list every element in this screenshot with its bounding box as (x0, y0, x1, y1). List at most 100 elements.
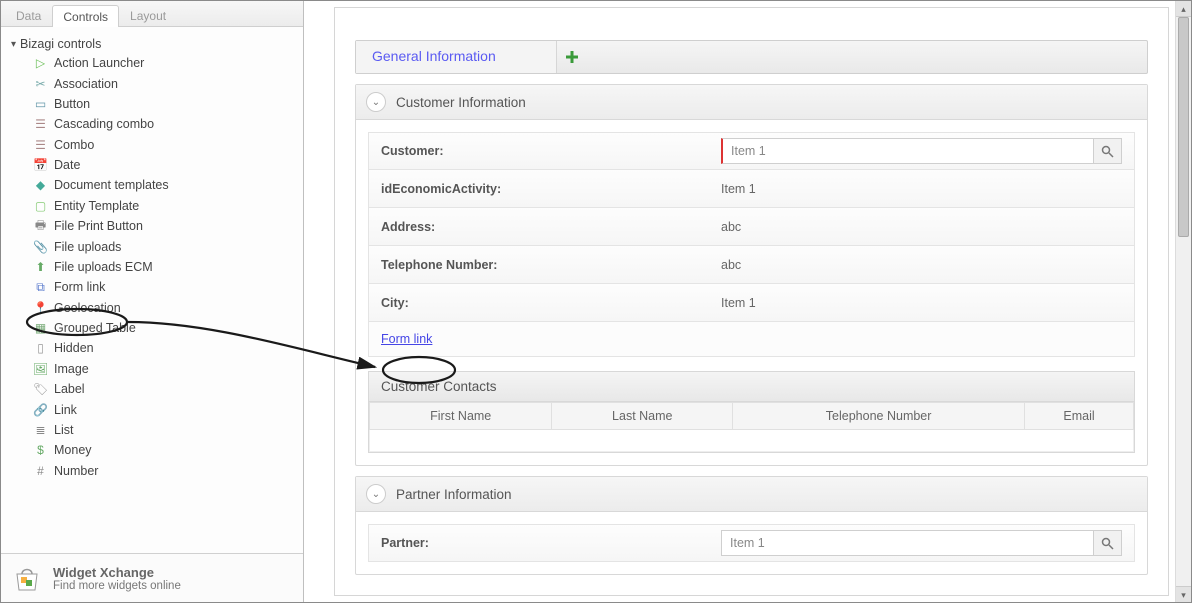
control-form-link[interactable]: ⧉ Form link (29, 277, 299, 297)
control-hidden[interactable]: ▯ Hidden (29, 338, 299, 358)
control-entity-template[interactable]: ▢ Entity Template (29, 196, 299, 216)
left-tabs: Data Controls Layout (1, 1, 303, 27)
customer-contacts-table: Customer Contacts First NameLast NameTel… (368, 371, 1135, 453)
group-customer-information: ⌄ Customer Information Customer: (355, 84, 1148, 466)
value-city: Item 1 (721, 296, 756, 310)
control-label: Link (54, 403, 77, 417)
control-button[interactable]: ▭Button (29, 94, 299, 114)
tab-controls[interactable]: Controls (52, 5, 119, 27)
bag-icon (11, 562, 43, 594)
value-telephone: abc (721, 258, 741, 272)
tab-layout[interactable]: Layout (119, 4, 177, 26)
contacts-title: Customer Contacts (369, 372, 1134, 402)
control-label: Entity Template (54, 199, 139, 213)
label-partner: Partner: (381, 536, 721, 550)
tab-data[interactable]: Data (5, 4, 52, 26)
control-icon: ▷ (33, 56, 48, 71)
row-telephone: Telephone Number: abc (368, 246, 1135, 284)
tab-general-information[interactable]: General Information (356, 41, 557, 73)
widget-xchange[interactable]: Widget Xchange Find more widgets online (1, 553, 303, 602)
control-association[interactable]: ✂ Association (29, 73, 299, 93)
control-grouped-table[interactable]: ▦Grouped Table (29, 318, 299, 338)
control-icon: 🔗 (33, 402, 48, 417)
widget-xchange-title: Widget Xchange (53, 565, 181, 580)
form-tabstrip: General Information (355, 40, 1148, 74)
col-last-name: Last Name (552, 403, 733, 430)
controls-tree: ▾ Bizagi controls ▷ Action Launcher ✂ Assoc… (1, 27, 303, 553)
partner-input[interactable] (722, 531, 1093, 555)
control-icon: ✂ (33, 76, 48, 91)
tree-root-label: Bizagi controls (20, 37, 101, 51)
form-link[interactable]: Form link (381, 332, 432, 346)
customer-input[interactable] (723, 139, 1093, 163)
control-icon: ▦ (33, 321, 48, 336)
widget-xchange-sub: Find more widgets online (53, 580, 181, 592)
search-button[interactable] (1093, 531, 1121, 555)
scroll-down-icon[interactable]: ▾ (1176, 586, 1191, 602)
control-label: Geolocation (54, 301, 121, 315)
scroll-up-icon[interactable]: ▴ (1176, 1, 1191, 17)
scrollbar[interactable]: ▴ ▾ (1175, 1, 1191, 602)
control-icon: 🖼 (33, 361, 48, 376)
control-icon: ☰ (33, 117, 48, 132)
control-icon: ▢ (33, 198, 48, 213)
control-icon: $ (33, 443, 48, 458)
table-empty-row (370, 430, 1134, 452)
control-icon: # (33, 463, 48, 478)
control-date[interactable]: 📅Date (29, 155, 299, 175)
control-icon: ▯ (33, 341, 48, 356)
control-document-templates[interactable]: ◆Document templates (29, 175, 299, 195)
control-icon: ◆ (33, 178, 48, 193)
control-label: Combo (54, 138, 94, 152)
add-tab-button[interactable] (557, 41, 587, 73)
control-link[interactable]: 🔗 Link (29, 399, 299, 419)
partner-search[interactable] (721, 530, 1122, 556)
control-geolocation[interactable]: 📍Geolocation (29, 298, 299, 318)
control-file-uploads-ecm[interactable]: ⬆File uploads ECM (29, 257, 299, 277)
control-label: Button (54, 97, 90, 111)
group-partner-information: ⌄ Partner Information Partner: (355, 476, 1148, 575)
row-customer: Customer: (368, 132, 1135, 170)
control-label: Association (54, 77, 118, 91)
control-icon: ⧉ (33, 280, 48, 295)
control-cascading-combo[interactable]: ☰ Cascading combo (29, 114, 299, 134)
tree-root-bizagi-controls[interactable]: ▾ Bizagi controls (11, 35, 299, 53)
control-label[interactable]: 🏷Label (29, 379, 299, 399)
value-address: abc (721, 220, 741, 234)
left-panel: Data Controls Layout ▾ Bizagi controls ▷… (1, 1, 304, 602)
row-address: Address: abc (368, 208, 1135, 246)
control-label: File uploads ECM (54, 260, 153, 274)
control-label: Form link (54, 280, 105, 294)
control-file-print-button[interactable]: 🖶File Print Button (29, 216, 299, 236)
row-city: City: Item 1 (368, 284, 1135, 322)
search-icon (1101, 145, 1114, 158)
group-title: Customer Information (396, 95, 526, 110)
control-label: Hidden (54, 341, 94, 355)
control-list[interactable]: ≣List (29, 420, 299, 440)
row-formlink: Form link (368, 322, 1135, 357)
label-customer: Customer: (381, 144, 721, 158)
row-activity: idEconomicActivity: Item 1 (368, 170, 1135, 208)
control-combo[interactable]: ☰Combo (29, 135, 299, 155)
control-file-uploads[interactable]: 📎File uploads (29, 236, 299, 256)
control-label: Action Launcher (54, 56, 144, 70)
control-label: Label (54, 382, 85, 396)
collapse-toggle[interactable]: ⌄ (366, 484, 386, 504)
scroll-track[interactable] (1176, 17, 1191, 586)
control-image[interactable]: 🖼Image (29, 359, 299, 379)
control-icon: 🖶 (33, 219, 48, 234)
control-money[interactable]: $ Money (29, 440, 299, 460)
col-telephone-number: Telephone Number (733, 403, 1025, 430)
collapse-toggle[interactable]: ⌄ (366, 92, 386, 112)
search-button[interactable] (1093, 139, 1121, 163)
customer-search[interactable] (721, 138, 1122, 164)
group-title: Partner Information (396, 487, 512, 502)
form-canvas: General Information ⌄ Customer Informati… (334, 7, 1169, 596)
search-icon (1101, 537, 1114, 550)
scroll-thumb[interactable] (1178, 17, 1189, 237)
col-first-name: First Name (370, 403, 552, 430)
control-number[interactable]: #Number (29, 461, 299, 481)
control-label: Money (54, 443, 92, 457)
control-label: Cascading combo (54, 117, 154, 131)
control-action-launcher[interactable]: ▷ Action Launcher (29, 53, 299, 73)
